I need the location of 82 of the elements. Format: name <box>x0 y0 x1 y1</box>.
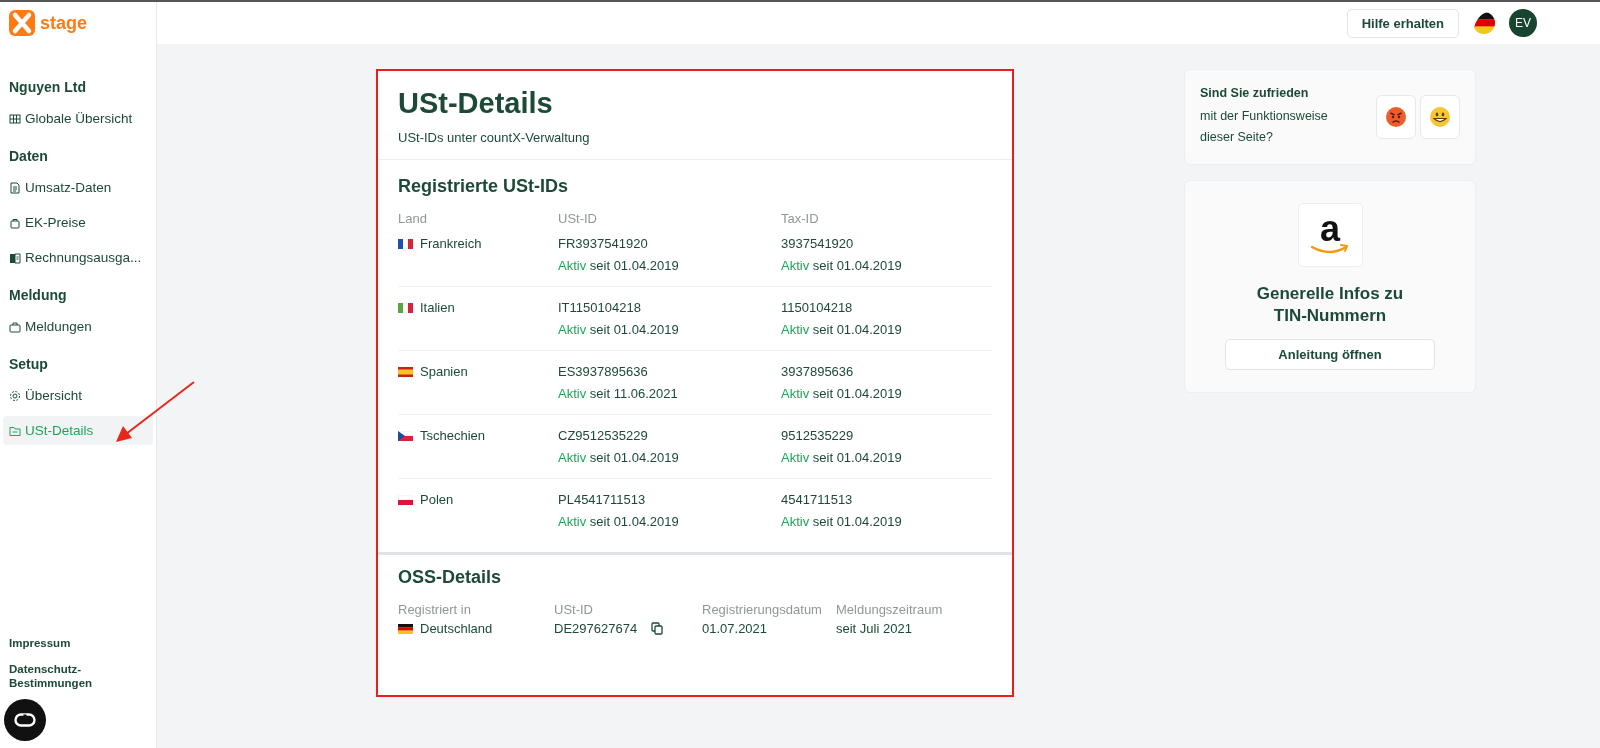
feedback-button[interactable] <box>1376 95 1416 139</box>
nav-item[interactable]: Umsatz-Daten <box>3 173 153 202</box>
column-header: USt-ID <box>558 211 598 226</box>
nav-item[interactable]: EK-Preise <box>3 208 153 237</box>
flag-icon <box>398 430 413 441</box>
report-period: seit Juli 2021 <box>836 621 913 636</box>
status-text: Aktiv seit 01.04.2019 <box>781 450 903 465</box>
smiley-face-icon <box>1429 106 1451 128</box>
tax-id: 3937895636 <box>781 364 855 379</box>
brand-name: stage <box>40 12 88 34</box>
vat-id: CZ9512535229 <box>558 428 649 443</box>
tax-id: 3937541920 <box>781 236 855 251</box>
nav-item[interactable]: Übersicht <box>3 381 153 410</box>
page-title: USt-Details <box>398 87 554 120</box>
page-subtitle: USt-IDs unter countX-Verwaltung <box>398 130 591 145</box>
user-avatar[interactable]: EV <box>1509 9 1537 37</box>
logo-letter: a <box>1320 214 1340 244</box>
footer-link[interactable]: Datenschutz-Bestimmungen <box>9 662 99 690</box>
tax-id: 4541711513 <box>781 492 854 507</box>
registration-date: 01.07.2021 <box>702 621 769 636</box>
nav-item[interactable]: Meldungen <box>3 312 153 341</box>
footer-link[interactable]: Impressum <box>9 636 99 650</box>
gear-icon <box>9 389 21 402</box>
country-name: Italien <box>420 300 455 315</box>
guide-button[interactable]: Anleitung öffnen <box>1225 339 1435 370</box>
vat-id: DE297627674 <box>554 621 638 636</box>
section-heading: Meldung <box>8 287 68 303</box>
column-header: Registrierungsdatum <box>702 602 823 617</box>
status-text: Aktiv seit 01.04.2019 <box>558 258 680 273</box>
column-header: USt-ID <box>554 602 594 617</box>
language-flag-icon <box>1473 12 1495 34</box>
column-header: Registriert in <box>398 602 472 617</box>
nav-item[interactable]: Rechnungsausga... <box>3 243 153 272</box>
column-header: Tax-ID <box>781 211 820 226</box>
status-text: Aktiv seit 01.04.2019 <box>781 258 903 273</box>
grid-icon <box>9 112 21 125</box>
country-name: Spanien <box>420 364 468 379</box>
section-heading: Daten <box>8 148 49 164</box>
status-text: Aktiv seit 01.04.2019 <box>558 514 680 529</box>
status-text: Aktiv seit 01.04.2019 <box>781 386 903 401</box>
flag-icon <box>398 366 413 377</box>
flag-icon <box>398 238 413 249</box>
section-heading: Nguyen Ltd <box>8 79 87 95</box>
bag-icon <box>9 216 21 229</box>
vat-id: ES3937895636 <box>558 364 649 379</box>
vat-id: FR3937541920 <box>558 236 649 251</box>
folder-icon <box>9 424 21 437</box>
info-title: Generelle Infos zu TIN-Nummern <box>1255 283 1405 327</box>
feedback-question-detail: mit der Funktionsweise dieser Seite? <box>1200 108 1329 146</box>
book-icon <box>9 251 21 264</box>
feedback-button[interactable] <box>1420 95 1460 139</box>
tax-id: 1150104218 <box>781 300 854 315</box>
status-text: Aktiv seit 01.04.2019 <box>558 450 680 465</box>
logo-icon <box>9 10 35 36</box>
column-header: Meldungszeitraum <box>836 602 944 617</box>
vat-id: PL4541711513 <box>558 492 647 507</box>
country-name: Frankreich <box>420 236 482 251</box>
status-text: Aktiv seit 01.04.2019 <box>781 322 903 337</box>
tax-id: 9512535229 <box>781 428 855 443</box>
section-heading: OSS-Details <box>398 567 503 588</box>
country-name: Polen <box>420 492 454 507</box>
vat-id: IT1150104218 <box>558 300 642 315</box>
status-text: Aktiv seit 01.04.2019 <box>781 514 903 529</box>
nav-item[interactable]: Globale Übersicht <box>3 104 153 133</box>
document-icon <box>9 181 21 194</box>
smile-arrow-icon <box>1310 244 1350 256</box>
help-button[interactable]: Hilfe erhalten <box>1346 8 1459 38</box>
toggle-icon <box>14 713 36 727</box>
section-heading: Registrierte USt-IDs <box>398 176 570 197</box>
status-text: Aktiv seit 11.06.2021 <box>558 386 679 401</box>
briefcase-icon <box>9 320 21 333</box>
feedback-question: Sind Sie zufrieden <box>1200 86 1310 100</box>
section-heading: Setup <box>8 356 49 372</box>
status-text: Aktiv seit 01.04.2019 <box>558 322 680 337</box>
flag-icon <box>398 623 413 634</box>
column-header: Land <box>398 211 428 226</box>
country-name: Tschechien <box>420 428 486 443</box>
flag-icon <box>398 494 413 505</box>
angry-face-icon <box>1385 106 1407 128</box>
flag-icon <box>398 302 413 313</box>
copy-icon[interactable] <box>651 622 664 635</box>
country-name: Deutschland <box>420 621 493 636</box>
